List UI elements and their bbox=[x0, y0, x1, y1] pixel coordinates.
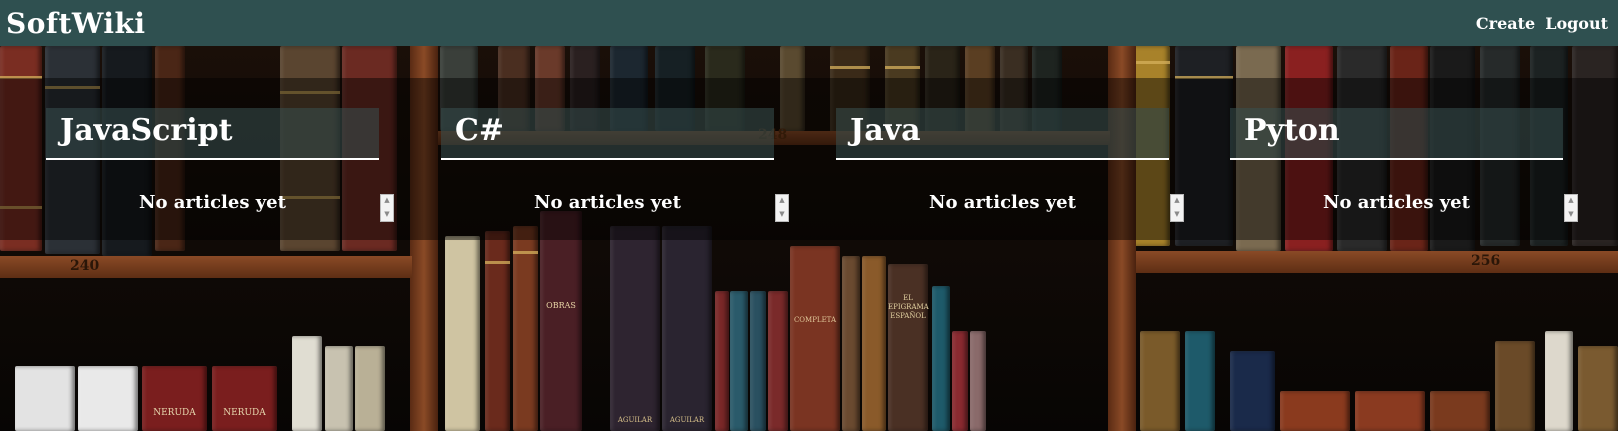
book-spine bbox=[1430, 391, 1490, 431]
book-spine bbox=[1545, 331, 1573, 431]
shelf-plank: 256 bbox=[1136, 251, 1618, 273]
empty-articles-text: No articles yet bbox=[139, 192, 286, 213]
book-spine: AGUILAR bbox=[610, 226, 660, 431]
top-nav: Create Logout bbox=[1476, 14, 1608, 33]
book-spine bbox=[862, 256, 886, 431]
book-spine bbox=[355, 346, 385, 431]
category-csharp: C# No articles yet ▲ ▼ bbox=[441, 108, 789, 228]
shelf-label: 256 bbox=[1471, 253, 1501, 269]
scroll-up-arrow-icon[interactable]: ▲ bbox=[381, 196, 393, 205]
create-link[interactable]: Create bbox=[1476, 14, 1535, 33]
empty-articles-text: No articles yet bbox=[929, 192, 1076, 213]
category-title[interactable]: Java bbox=[836, 108, 1169, 160]
book-spine bbox=[932, 286, 950, 431]
book-spine bbox=[1355, 391, 1425, 431]
book-spine: COMPLETA bbox=[790, 246, 840, 431]
category-java: Java No articles yet ▲ ▼ bbox=[836, 108, 1184, 228]
book-spine: NERUDA bbox=[212, 366, 277, 431]
book-spine bbox=[730, 291, 748, 431]
book-title: NERUDA bbox=[223, 408, 266, 418]
scroll-down-arrow-icon[interactable]: ▼ bbox=[381, 210, 393, 219]
scroll-up-arrow-icon[interactable]: ▲ bbox=[1565, 196, 1577, 205]
book-spine bbox=[445, 236, 480, 431]
book-spine: AGUILAR bbox=[662, 226, 712, 431]
scroll-up-arrow-icon[interactable]: ▲ bbox=[1171, 196, 1183, 205]
book-spine: EL EPIGRAMA ESPAÑOL bbox=[888, 264, 929, 431]
empty-articles-text: No articles yet bbox=[1323, 192, 1470, 213]
book-spine bbox=[970, 331, 986, 431]
book-spine bbox=[842, 256, 860, 431]
book-title: EL EPIGRAMA ESPAÑOL bbox=[888, 294, 929, 320]
category-javascript: JavaScript No articles yet ▲ ▼ bbox=[46, 108, 394, 228]
book-title: COMPLETA bbox=[793, 316, 837, 324]
scroll-up-arrow-icon[interactable]: ▲ bbox=[776, 196, 788, 205]
category-title[interactable]: JavaScript bbox=[46, 108, 379, 160]
book-title: NERUDA bbox=[153, 408, 196, 418]
book-spine bbox=[292, 336, 322, 431]
book-spine bbox=[1578, 346, 1618, 431]
book-title: OBRAS bbox=[546, 301, 576, 310]
shelf-plank: 240 bbox=[0, 256, 412, 278]
scrollbar[interactable]: ▲ ▼ bbox=[380, 194, 394, 222]
book-spine bbox=[1280, 391, 1350, 431]
app-header: SoftWiki Create Logout bbox=[0, 0, 1618, 46]
book-spine bbox=[1495, 341, 1535, 431]
book-spine bbox=[485, 231, 510, 431]
book-spine bbox=[750, 291, 766, 431]
book-title: AGUILAR bbox=[617, 416, 653, 424]
book-spine bbox=[715, 291, 729, 431]
book-spine: OBRAS bbox=[540, 211, 582, 431]
category-title[interactable]: C# bbox=[441, 108, 774, 160]
scrollbar[interactable]: ▲ ▼ bbox=[1170, 194, 1184, 222]
scroll-down-arrow-icon[interactable]: ▼ bbox=[1565, 210, 1577, 219]
book-spine bbox=[513, 226, 538, 431]
empty-articles-text: No articles yet bbox=[534, 192, 681, 213]
book-spine bbox=[15, 366, 75, 431]
scroll-down-arrow-icon[interactable]: ▼ bbox=[1171, 210, 1183, 219]
scroll-down-arrow-icon[interactable]: ▼ bbox=[776, 210, 788, 219]
book-title: AGUILAR bbox=[669, 416, 705, 424]
category-list: JavaScript No articles yet ▲ ▼ C# No art… bbox=[0, 108, 1618, 228]
category-pyton: Pyton No articles yet ▲ ▼ bbox=[1230, 108, 1578, 228]
book-spine bbox=[768, 291, 788, 431]
book-spine bbox=[1230, 351, 1275, 431]
shelf-label: 240 bbox=[70, 258, 100, 274]
scrollbar[interactable]: ▲ ▼ bbox=[1564, 194, 1578, 222]
book-spine bbox=[1140, 331, 1180, 431]
logout-link[interactable]: Logout bbox=[1545, 14, 1608, 33]
book-spine bbox=[1185, 331, 1215, 431]
book-spine bbox=[78, 366, 138, 431]
site-logo[interactable]: SoftWiki bbox=[6, 7, 146, 40]
book-spine bbox=[325, 346, 353, 431]
scrollbar[interactable]: ▲ ▼ bbox=[775, 194, 789, 222]
book-spine bbox=[952, 331, 968, 431]
category-title[interactable]: Pyton bbox=[1230, 108, 1563, 160]
book-spine: NERUDA bbox=[142, 366, 207, 431]
